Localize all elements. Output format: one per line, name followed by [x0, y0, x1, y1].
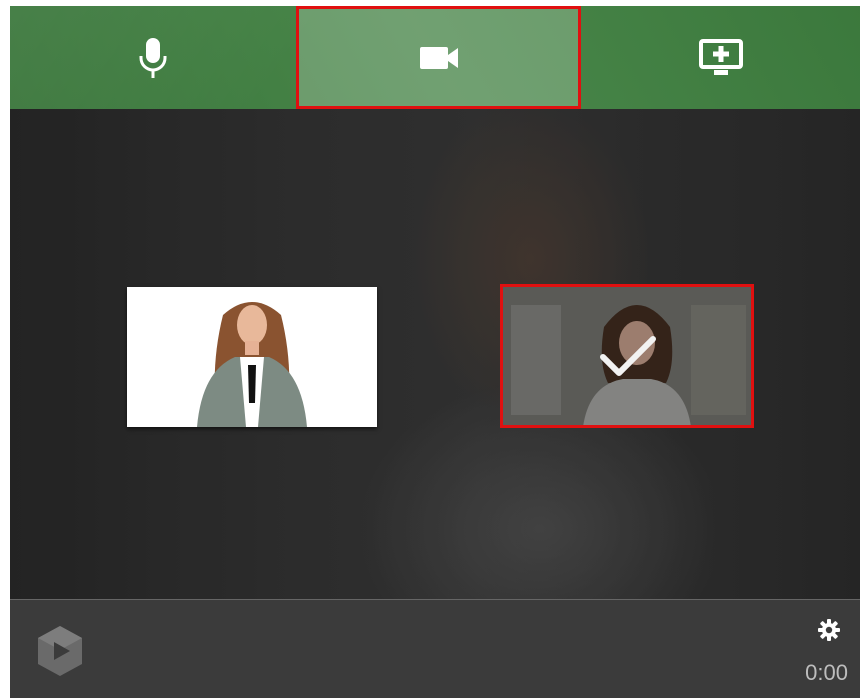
tab-camera[interactable] — [296, 6, 581, 109]
camera-option-2[interactable] — [500, 284, 754, 428]
panopto-logo-icon — [38, 626, 82, 676]
microphone-icon — [139, 37, 166, 78]
recorder-app: 0:00 — [10, 6, 860, 698]
source-toolbar — [10, 6, 860, 109]
tab-microphone[interactable] — [10, 6, 295, 109]
checkmark-icon — [600, 336, 656, 376]
add-screen-icon — [699, 38, 743, 75]
camera-option-1[interactable] — [127, 287, 377, 427]
recording-timer: 0:00 — [805, 660, 848, 685]
camera-thumbnail-image — [127, 287, 377, 427]
video-camera-icon — [419, 46, 458, 69]
video-preview-stage — [10, 109, 860, 599]
tab-screen-share[interactable] — [582, 6, 860, 109]
gear-icon[interactable] — [817, 618, 841, 642]
bottom-status-bar: 0:00 — [10, 599, 860, 698]
